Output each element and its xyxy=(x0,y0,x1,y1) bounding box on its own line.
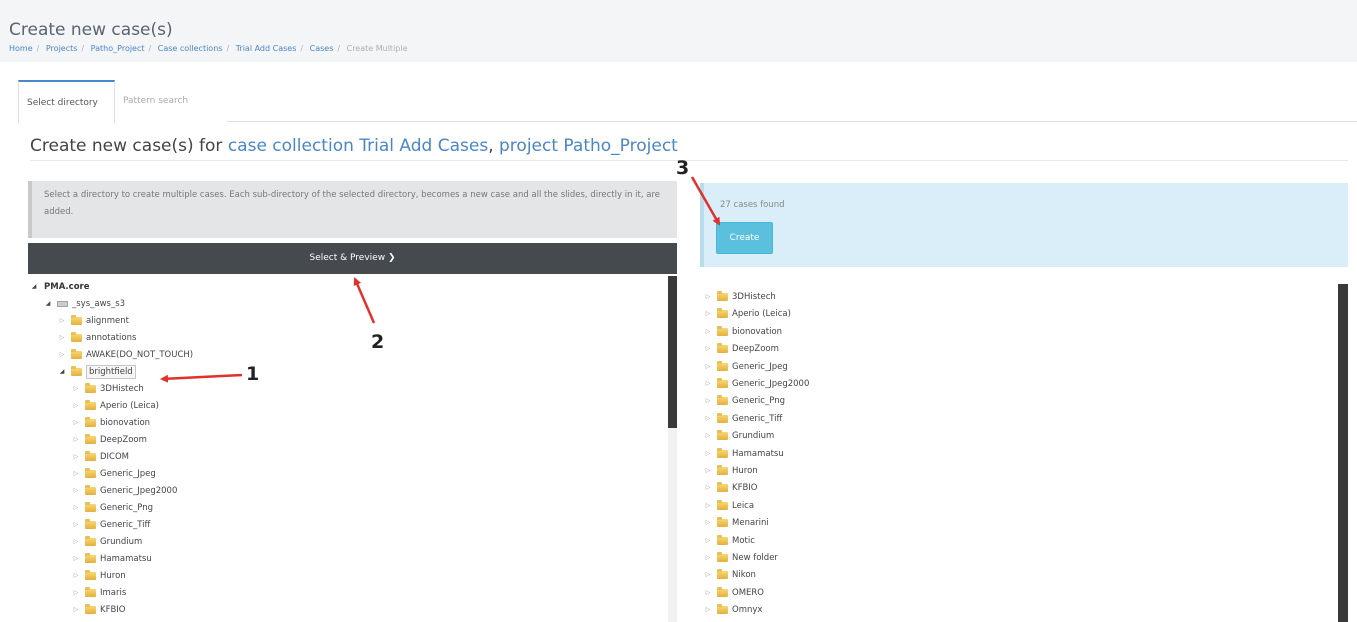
annotation-1: 1 xyxy=(246,363,260,385)
arrow-2 xyxy=(353,277,376,324)
annotation-3: 3 xyxy=(676,157,690,179)
annotation-arrows xyxy=(160,176,721,383)
arrow-1 xyxy=(160,373,243,383)
annotation-2: 2 xyxy=(371,331,385,353)
arrow-3 xyxy=(690,176,721,226)
